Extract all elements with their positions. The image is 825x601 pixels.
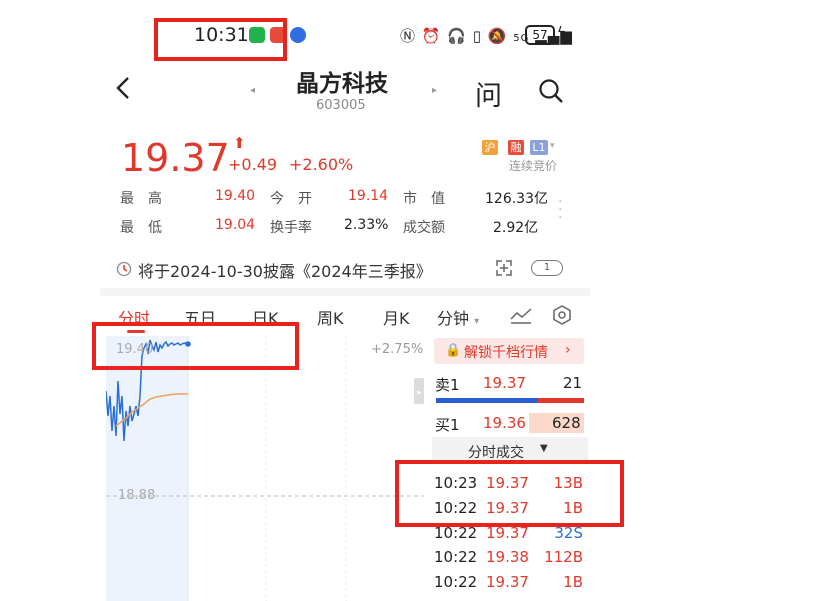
trade-time: 10:22 <box>434 573 478 591</box>
assistant-icon <box>290 27 306 43</box>
trade-volume: 1B <box>563 573 583 591</box>
vibrate-icon: ▯ <box>472 27 482 45</box>
price-change-pct: +2.60% <box>289 155 354 174</box>
stat-value-turnover: 2.33% <box>344 217 389 233</box>
toggle-one-icon[interactable]: 1 <box>531 260 563 276</box>
hexagon-settings-icon <box>553 305 571 325</box>
buy-ratio-bar <box>538 398 584 403</box>
trade-price: 19.38 <box>486 548 529 566</box>
section-divider <box>100 288 590 296</box>
search-button[interactable] <box>538 78 564 108</box>
level-badge[interactable]: L1 <box>530 140 548 155</box>
stat-value-open: 19.14 <box>348 188 389 204</box>
back-chevron-icon <box>116 77 129 99</box>
stat-label-open: 今 开 <box>270 191 312 207</box>
headphones-icon: 🎧 <box>447 27 467 45</box>
buy1-label: 买1 <box>435 416 460 434</box>
battery-indicator: 57 <box>525 25 555 45</box>
market-badge: 沪 <box>482 140 498 155</box>
trades-header[interactable]: 分时成交 ▼ <box>432 437 588 461</box>
prev-stock-icon[interactable]: ◂ <box>250 85 255 96</box>
sell1-price: 19.37 <box>483 374 526 392</box>
mute-icon: 🔕 <box>487 27 508 45</box>
lock-icon: 🔒 <box>445 343 462 358</box>
buy1-price: 19.36 <box>483 414 526 432</box>
charging-icon: ϟ <box>557 25 567 41</box>
session-status: 连续竞价 <box>509 159 558 173</box>
search-icon <box>539 79 563 103</box>
next-stock-icon[interactable]: ▸ <box>432 85 437 96</box>
add-watch-icon[interactable] <box>494 258 514 282</box>
margin-badge: 融 <box>508 140 524 155</box>
disclosure-notice[interactable]: 将于2024-10-30披露《2024年三季报》 <box>138 258 432 282</box>
stat-label-high: 最 高 <box>120 191 162 207</box>
stat-label-low: 最 低 <box>120 220 162 236</box>
sell1-label: 卖1 <box>435 376 460 394</box>
price-change: +0.49 <box>228 155 278 174</box>
alarm-icon: ⏰ <box>421 27 442 45</box>
annotation-box-chart <box>92 322 299 370</box>
sell1-volume: 21 <box>563 374 583 392</box>
more-stats-icon[interactable]: · · · <box>558 195 562 225</box>
stat-label-turnover: 换手率 <box>270 220 312 236</box>
trade-volume: 112B <box>544 548 583 566</box>
intraday-chart[interactable]: ▸ <box>106 336 424 601</box>
stat-value-mktcap: 126.33亿 <box>485 191 548 207</box>
stock-name: 晶方科技 <box>296 71 388 97</box>
report-icon <box>116 261 132 281</box>
back-button[interactable] <box>116 76 130 107</box>
trades-title: 分时成交 <box>468 445 524 461</box>
trade-time: 10:22 <box>434 548 478 566</box>
stat-label-amount: 成交额 <box>403 220 445 236</box>
current-price: 19.37 <box>121 136 230 180</box>
stat-value-amount: 2.92亿 <box>493 220 539 236</box>
ask-button[interactable]: 问 <box>475 74 502 113</box>
unlock-label: 解锁千档行情 <box>464 345 548 361</box>
stock-code: 603005 <box>316 98 366 113</box>
indicator-button[interactable] <box>509 305 533 329</box>
sell-ratio-bar <box>436 398 538 403</box>
trade-price: 19.37 <box>486 573 529 591</box>
chevron-right-icon: ▸ <box>417 388 422 398</box>
level-dropdown-icon: ▾ <box>550 141 555 151</box>
up-arrow-icon: ⬆ <box>233 134 246 152</box>
settings-button[interactable] <box>551 304 573 330</box>
stat-value-high: 19.40 <box>215 188 256 204</box>
stat-value-low: 19.04 <box>215 217 256 233</box>
annotation-box-time <box>154 18 287 61</box>
chevron-right-icon: › <box>565 342 571 358</box>
unlock-level2-button[interactable]: 🔒 解锁千档行情 › <box>434 338 584 364</box>
annotation-box-trades <box>395 460 624 527</box>
buy1-volume: 628 <box>552 414 581 432</box>
tab-minute-label: 分钟 <box>437 309 470 328</box>
stat-label-mktcap: 市 值 <box>403 191 445 207</box>
chevron-down-icon: ▾ <box>474 316 480 327</box>
nfc-icon: Ⓝ <box>400 27 417 45</box>
tab-weekly-k[interactable]: 周K <box>317 305 344 329</box>
chart-top-pct: +2.75% <box>371 342 424 357</box>
chart-ref-price: 18.88 <box>118 488 156 503</box>
tab-monthly-k[interactable]: 月K <box>383 305 410 329</box>
chart-fill-area <box>106 336 188 601</box>
trend-line-icon <box>510 308 532 324</box>
tab-minute[interactable]: 分钟 ▾ <box>437 305 479 329</box>
chevron-down-icon: ▼ <box>540 443 548 454</box>
